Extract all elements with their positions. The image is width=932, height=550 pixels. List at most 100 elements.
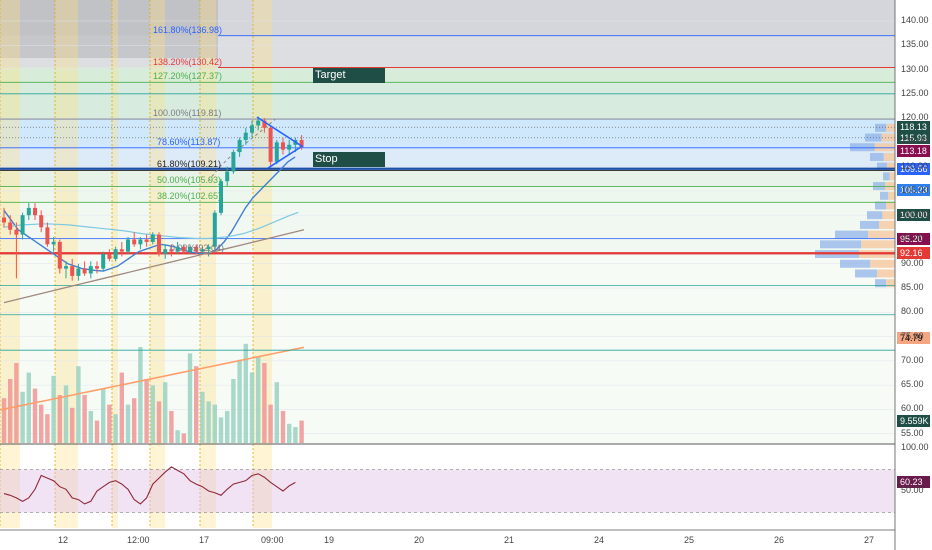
candle-body: [88, 266, 93, 274]
candle-body: [113, 249, 118, 259]
time-tick: 20: [414, 535, 425, 545]
price-tick: 125.00: [901, 87, 929, 98]
volume-bar: [82, 395, 87, 443]
price-tick: 100.00: [901, 209, 929, 220]
volume-bar: [107, 404, 112, 443]
profile-bar: [855, 269, 877, 278]
time-tick: 26: [774, 535, 785, 545]
candle-body: [57, 241, 62, 269]
price-badge: 9.559K: [897, 415, 930, 428]
fib-zone: [0, 147, 895, 171]
volume-bar: [225, 411, 230, 443]
volume-bar: [144, 379, 149, 443]
volume-bar: [287, 423, 292, 443]
profile-bar: [865, 133, 882, 142]
time-tick: 21: [504, 535, 515, 545]
candle-body: [237, 139, 242, 153]
candle-body: [33, 207, 37, 216]
volume-bar: [249, 372, 255, 443]
candle-body: [95, 266, 99, 269]
price-tick: 60.00: [901, 403, 924, 414]
target-label[interactable]: Target: [313, 68, 385, 83]
fib-zone: [0, 82, 895, 120]
candle-body: [107, 254, 112, 259]
price-tick: 75.00: [901, 330, 924, 341]
profile-bar: [877, 269, 895, 278]
fib-label: 100.00%(119.81): [153, 108, 222, 119]
fib-label: 38.20%(102.65): [157, 191, 222, 202]
candle-body: [138, 239, 143, 245]
price-tick: 85.00: [901, 282, 924, 293]
profile-bar: [860, 220, 880, 229]
profile-bar: [886, 123, 895, 132]
fib-label: 0.00%(92.04): [170, 242, 225, 253]
volume-bar: [101, 388, 106, 443]
volume-bar: [200, 391, 205, 443]
profile-bar: [874, 143, 895, 152]
price-tick: 55.00: [901, 427, 924, 438]
candle-body: [119, 249, 124, 252]
volume-bar: [51, 375, 56, 443]
candle-body: [225, 171, 230, 182]
volume-bar: [94, 420, 100, 443]
candle-body: [243, 132, 248, 140]
fib-label: 78.60%(113.87): [157, 136, 221, 147]
price-tick: 95.00: [901, 233, 924, 244]
candle-body: [250, 125, 254, 133]
candle-body: [101, 254, 106, 269]
volume-bar: [125, 404, 131, 443]
volume-bar: [150, 385, 155, 443]
candle-body: [274, 142, 279, 162]
volume-bar: [14, 363, 19, 443]
volume-bar: [169, 411, 174, 443]
price-tick: 140.00: [901, 15, 929, 25]
price-tick: 135.00: [901, 39, 929, 50]
profile-bar: [867, 211, 883, 220]
price-badge: 113.18: [897, 145, 930, 158]
candle-body: [51, 241, 56, 245]
volume-bar: [206, 401, 211, 443]
volume-bar: [1, 398, 7, 443]
volume-bar: [163, 382, 168, 443]
candle-body: [144, 239, 149, 242]
volume-bar: [70, 407, 75, 443]
profile-bar: [840, 259, 871, 268]
candle-body: [82, 268, 87, 274]
stop-label[interactable]: Stop: [313, 152, 385, 167]
fib-zone: [0, 119, 895, 148]
osc-band: [0, 469, 895, 513]
profile-bar: [882, 211, 895, 220]
profile-bar: [889, 172, 895, 181]
candle-body: [157, 234, 161, 255]
fib-label: 138.20%(130.42): [153, 56, 223, 67]
candle-body: [70, 266, 75, 276]
fib-label: 161.80%(136.98): [153, 24, 223, 35]
fib-label: 127.20%(127.37): [153, 71, 223, 82]
price-tick: 120.00: [901, 112, 929, 123]
candle-body: [39, 215, 44, 228]
volume-bar: [194, 366, 199, 443]
time-tick: 09:00: [261, 535, 284, 545]
candle-body: [132, 239, 137, 245]
volume-bar: [39, 404, 44, 443]
volume-bar: [45, 414, 50, 443]
candle-body: [150, 234, 155, 242]
profile-bar: [888, 191, 895, 200]
profile-bar: [850, 143, 875, 152]
volume-bar: [26, 372, 31, 443]
volume-bar: [274, 382, 279, 443]
candle-body: [14, 229, 19, 235]
fib-label: 61.80%(109.21): [157, 159, 222, 170]
volume-bar: [20, 391, 25, 443]
trading-chart[interactable]: [0, 0, 932, 550]
profile-bar: [861, 240, 895, 249]
candle-body: [231, 152, 236, 172]
profile-bar: [870, 259, 895, 268]
candle-body: [76, 268, 81, 276]
time-tick: 27: [864, 535, 875, 545]
profile-bar: [883, 172, 890, 181]
volume-bar: [218, 417, 224, 443]
volume-bar: [76, 366, 81, 443]
candle-body: [212, 212, 217, 247]
price-tick: 70.00: [901, 354, 924, 365]
